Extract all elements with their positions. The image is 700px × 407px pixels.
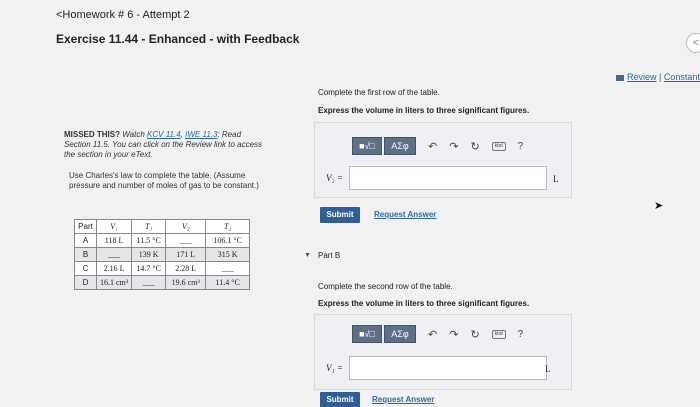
table-cell: 11.4 °C: [205, 275, 251, 290]
symbols-button[interactable]: ΑΣφ: [384, 137, 416, 155]
table-header: Part: [74, 219, 97, 234]
iwe-link[interactable]: IWE 11.3: [185, 130, 217, 139]
reset-icon[interactable]: ↻: [470, 140, 479, 153]
table-header: T₁: [131, 219, 167, 234]
part-b-answer-input[interactable]: [349, 356, 547, 380]
part-b-request-answer-link[interactable]: Request Answer: [372, 395, 434, 404]
watch-text: Watch: [122, 130, 145, 139]
top-bar: <Homework # 6 - Attempt 2 Exercise 11.44…: [0, 0, 700, 60]
page-title: Exercise 11.44 - Enhanced - with Feedbac…: [56, 32, 300, 46]
part-a-unit: L: [553, 174, 559, 184]
table-cell: ___: [131, 275, 167, 290]
instructions: Use Charles's law to complete the table.…: [69, 171, 259, 190]
reset-icon[interactable]: ↻: [470, 328, 479, 341]
keyboard-icon[interactable]: kbd: [491, 329, 506, 339]
table-header: V₁: [95, 219, 133, 234]
table-row: A 118 L 11.5 °C ___ 106.1 °C: [74, 233, 251, 248]
part-b-math-toolbar: ■√□ ΑΣφ ↶ ↷ ↻ kbd ?: [352, 325, 523, 343]
part-b-intro: Complete the second row of the table.: [318, 282, 453, 291]
table-cell: B: [74, 247, 97, 262]
part-a-variable-label: V₂ =: [326, 173, 343, 183]
table-cell: D: [74, 275, 97, 290]
table-cell: 19.6 cm³: [165, 275, 207, 290]
redo-icon[interactable]: ↷: [449, 328, 458, 341]
table-cell: A: [74, 233, 97, 248]
hint-panel: MISSED THIS? Watch KCV 11.4, IWE 11.3; R…: [64, 130, 264, 160]
templates-button[interactable]: ■√□: [352, 325, 382, 343]
table-cell: ___: [95, 247, 133, 262]
caret-down-icon[interactable]: ▼: [304, 252, 311, 259]
redo-icon[interactable]: ↷: [449, 140, 458, 153]
part-b-unit: L: [545, 364, 551, 374]
missed-this-label: MISSED THIS?: [64, 130, 121, 139]
part-a-answer-input[interactable]: [349, 166, 547, 190]
keyboard-icon[interactable]: kbd: [491, 141, 506, 151]
part-b-submit-button[interactable]: Submit: [320, 392, 360, 407]
charles-law-table: Part V₁ T₁ V₂ T₂ A 118 L 11.5 °C ___ 106…: [74, 219, 251, 290]
part-a-math-toolbar: ■√□ ΑΣφ ↶ ↷ ↻ kbd ?: [352, 137, 523, 155]
video-link[interactable]: KCV 11.4: [147, 130, 181, 139]
constants-link[interactable]: Constants: [664, 72, 700, 82]
back-to-homework-link[interactable]: <Homework # 6 - Attempt 2: [56, 9, 190, 21]
table-cell: ___: [165, 233, 207, 248]
part-b-express: Express the volume in liters to three si…: [318, 299, 530, 308]
table-row: B ___ 139 K 171 L 315 K: [74, 247, 251, 262]
table-cell: C: [74, 261, 97, 276]
table-header: T₂: [205, 219, 251, 234]
part-a-intro: Complete the first row of the table.: [318, 88, 440, 97]
table-cell: 16.1 cm³: [95, 275, 133, 290]
table-cell: 106.1 °C: [205, 233, 251, 248]
table-cell: 2.28 L: [165, 261, 207, 276]
table-cell: 11.5 °C: [131, 233, 167, 248]
table-cell: 118 L: [95, 233, 133, 248]
part-a-express: Express the volume in liters to three si…: [318, 106, 530, 115]
table-header: V₂: [165, 219, 207, 234]
part-b-variable-label: V₁ =: [326, 363, 343, 373]
table-cell: 2.16 L: [95, 261, 133, 276]
table-cell: 14.7 °C: [131, 261, 167, 276]
collapse-panel-button[interactable]: <: [686, 33, 700, 53]
table-row: D 16.1 cm³ ___ 19.6 cm³ 11.4 °C: [74, 275, 251, 290]
comma: ,: [180, 130, 183, 139]
help-icon[interactable]: ?: [518, 329, 524, 340]
missed-this-hint: MISSED THIS? Watch KCV 11.4, IWE 11.3; R…: [64, 130, 264, 160]
mouse-cursor-icon: ➤: [654, 200, 664, 212]
help-icon[interactable]: ?: [518, 141, 524, 152]
table-cell: 315 K: [205, 247, 251, 262]
table-cell: 171 L: [165, 247, 207, 262]
table-cell: ___: [205, 261, 251, 276]
table-cell: 139 K: [131, 247, 167, 262]
part-a-request-answer-link[interactable]: Request Answer: [374, 210, 436, 219]
separator: |: [659, 72, 662, 82]
part-b-label[interactable]: Part B: [318, 251, 340, 260]
table-row: C 2.16 L 14.7 °C 2.28 L ___: [74, 261, 251, 276]
undo-icon[interactable]: ↶: [428, 140, 437, 153]
resources-bar: Review | Constants |: [616, 72, 700, 82]
undo-icon[interactable]: ↶: [428, 328, 437, 341]
review-icon: [616, 74, 624, 81]
part-a-submit-button[interactable]: Submit: [320, 207, 360, 223]
templates-button[interactable]: ■√□: [352, 137, 382, 155]
review-link[interactable]: Review: [627, 72, 657, 82]
symbols-button[interactable]: ΑΣφ: [384, 325, 416, 343]
